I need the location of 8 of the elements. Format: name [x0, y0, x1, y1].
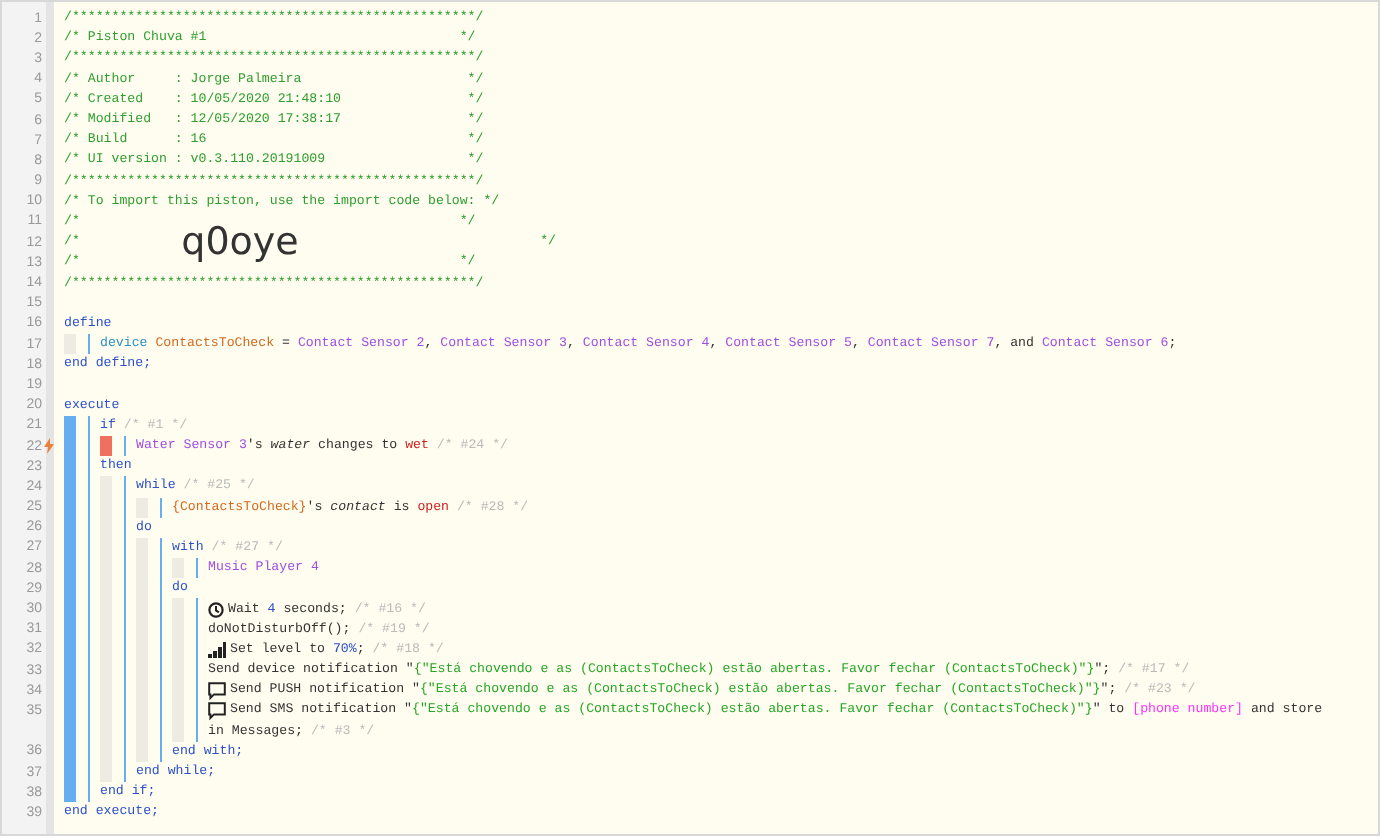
clock-icon — [208, 601, 224, 618]
indent-guide-line — [88, 334, 90, 355]
indent-guide-line — [124, 435, 126, 457]
indent-guide-line — [160, 497, 162, 518]
import-code: q0oye — [181, 222, 299, 263]
signal-bars-icon — [208, 641, 226, 658]
condition-marker — [100, 435, 112, 457]
indent-guide-line — [196, 558, 198, 579]
